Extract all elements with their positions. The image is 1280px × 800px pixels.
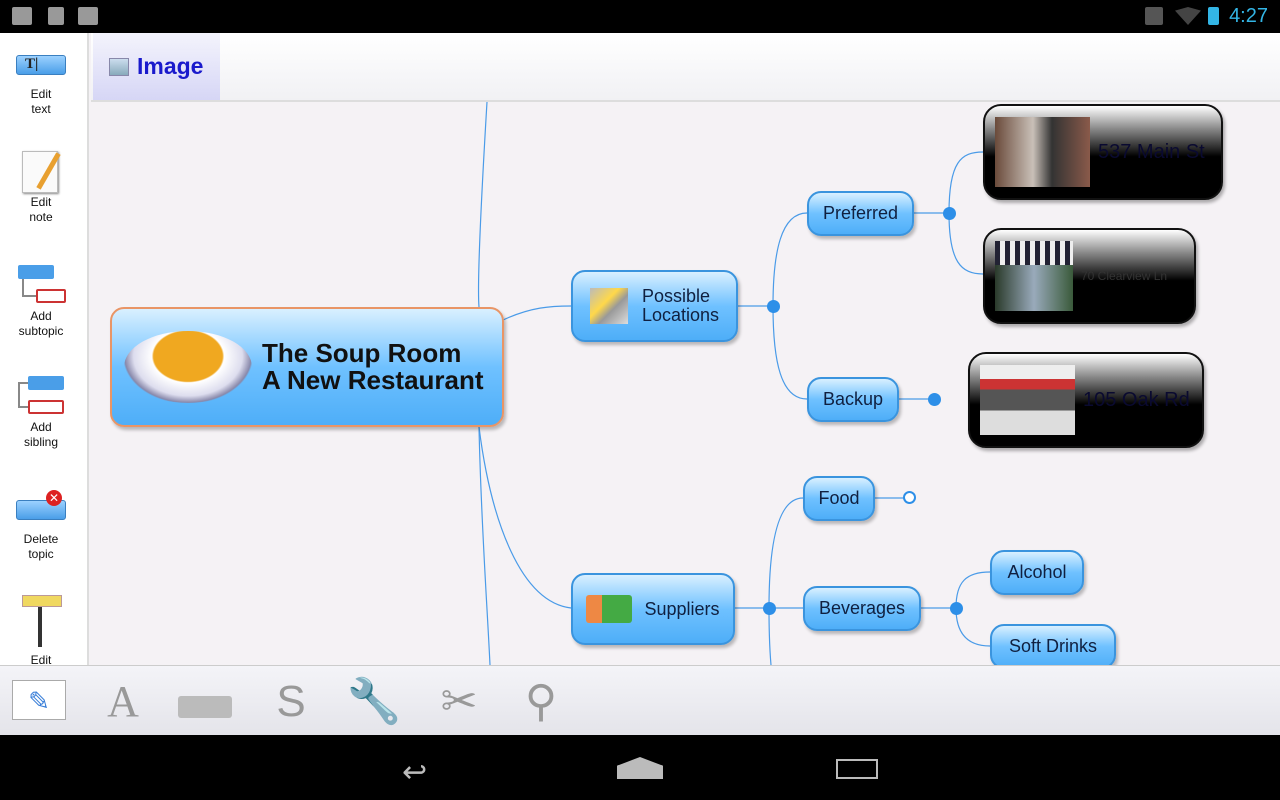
edit-style-button[interactable]: Edit <box>0 593 82 665</box>
storefront-photo <box>995 241 1073 311</box>
scissors-icon[interactable]: ✂ <box>430 674 488 730</box>
preferred-node[interactable]: Preferred <box>807 191 914 236</box>
mindmap-edit-icon[interactable]: ✎ <box>12 680 66 720</box>
add-sibling-icon <box>16 376 66 416</box>
expand-dot[interactable] <box>903 491 916 504</box>
add-subtopic-button[interactable]: Add subtopic <box>0 265 82 339</box>
collapse-dot[interactable] <box>943 207 956 220</box>
sidebar-label: Edit <box>30 653 52 665</box>
image-node-105-oak-rd[interactable]: 105 Oak Rd <box>968 352 1204 448</box>
paint-roller-icon <box>16 593 66 649</box>
address-label: 70 Clearview Ln <box>1081 269 1168 283</box>
wrench-icon[interactable]: 🔧 <box>345 674 403 730</box>
node-label: Beverages <box>818 598 906 618</box>
edit-text-icon: T| <box>16 53 66 93</box>
soup-bowl-icon <box>124 331 252 403</box>
store-download-icon <box>78 7 98 25</box>
sidebar-label: Add subtopic <box>18 309 64 338</box>
mute-icon <box>1145 7 1163 25</box>
wifi-icon <box>1175 7 1201 25</box>
connector <box>502 305 572 321</box>
central-topic-subtitle: A New Restaurant <box>262 365 484 395</box>
tab-label: Image <box>137 53 204 79</box>
node-label: Food <box>818 488 860 508</box>
address-label: 537 Main St <box>1098 140 1205 163</box>
connector <box>477 102 488 308</box>
node-label: Possible <box>641 286 711 306</box>
node-label: Locations <box>641 305 720 325</box>
sidebar-label: Add sibling <box>23 420 59 449</box>
sidebar: T| Edit text Edit note Add subtopic Add … <box>0 33 89 665</box>
node-label: Suppliers <box>644 598 720 619</box>
alcohol-node[interactable]: Alcohol <box>990 550 1084 595</box>
node-label: Backup <box>822 389 884 409</box>
patio-photo <box>980 365 1075 435</box>
soft-drinks-node[interactable]: Soft Drinks <box>990 624 1116 665</box>
central-topic-title: The Soup Room <box>262 338 462 368</box>
tab-bar: Image <box>91 33 1280 102</box>
collapse-dot[interactable] <box>928 393 941 406</box>
possible-locations-node[interactable]: Possible Locations <box>571 270 738 342</box>
gallery-icon <box>12 7 32 25</box>
bottom-toolbar: ✎ A S 🔧 ✂ ⚲ <box>0 665 1280 735</box>
magnifier-icon[interactable]: ⚲ <box>512 674 570 730</box>
collapse-dot[interactable] <box>950 602 963 615</box>
node-label: Alcohol <box>1007 562 1067 582</box>
image-node-537-main-st[interactable]: 537 Main St <box>983 104 1223 200</box>
collapse-dot[interactable] <box>763 602 776 615</box>
battery-icon <box>1208 7 1219 25</box>
node-label: Soft Drinks <box>1008 636 1098 656</box>
suppliers-node[interactable]: Suppliers <box>571 573 735 645</box>
font-icon[interactable]: A <box>94 674 152 730</box>
notepad-icon <box>16 151 66 193</box>
home-icon[interactable] <box>617 757 663 779</box>
delete-topic-icon: ✕ <box>16 488 66 528</box>
sidebar-label: Edit note <box>29 195 53 224</box>
recent-apps-icon[interactable] <box>836 759 878 779</box>
connector <box>768 497 804 665</box>
edit-text-button[interactable]: T| Edit text <box>0 53 82 117</box>
node-label: Preferred <box>822 203 899 223</box>
eraser-icon[interactable] <box>178 674 236 730</box>
tab-image[interactable]: Image <box>93 33 220 100</box>
sidebar-label: Delete topic <box>23 532 59 561</box>
connector <box>478 426 572 609</box>
backup-node[interactable]: Backup <box>807 377 899 422</box>
beverages-node[interactable]: Beverages <box>803 586 921 631</box>
add-subtopic-icon <box>16 265 66 305</box>
map-icon <box>589 288 628 324</box>
add-sibling-button[interactable]: Add sibling <box>0 376 82 450</box>
download-icon <box>48 7 64 25</box>
edit-note-button[interactable]: Edit note <box>0 151 82 225</box>
back-icon[interactable]: ↩ <box>402 755 427 790</box>
clock: 4:27 <box>1229 5 1268 27</box>
food-node[interactable]: Food <box>803 476 875 521</box>
collapse-dot[interactable] <box>767 300 780 313</box>
image-icon <box>109 57 129 76</box>
navigation-bar: ↩ <box>0 735 1280 800</box>
status-bar: 4:27 <box>0 0 1280 33</box>
mindmap-canvas[interactable]: The Soup Room A New Restaurant Possible Lo… <box>91 102 1280 665</box>
central-topic-node[interactable]: The Soup Room A New Restaurant <box>110 307 504 427</box>
strikethrough-s-icon[interactable]: S <box>262 674 320 730</box>
truck-icon <box>586 595 633 623</box>
storefront-photo <box>995 117 1090 187</box>
address-label: 105 Oak Rd <box>1083 388 1190 411</box>
delete-topic-button[interactable]: ✕ Delete topic <box>0 488 82 562</box>
image-node-70-clearview-ln[interactable]: 70 Clearview Ln <box>983 228 1196 324</box>
